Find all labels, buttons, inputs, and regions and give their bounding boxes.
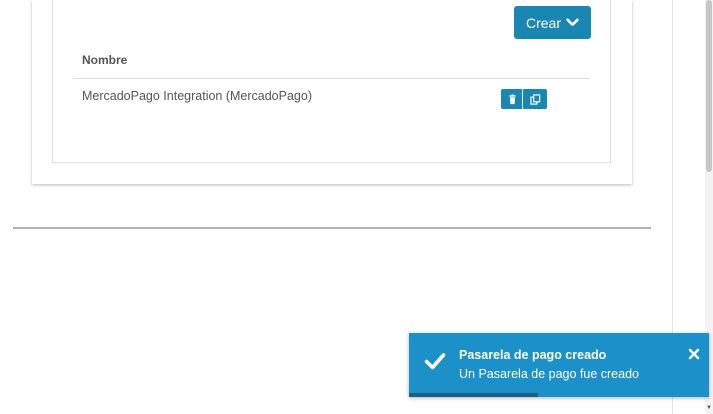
check-icon	[424, 353, 446, 370]
toast-title: Pasarela de pago creado	[459, 348, 607, 362]
delete-button[interactable]	[501, 89, 523, 109]
toast-progress-track	[409, 393, 709, 397]
gateways-card: Crear Nombre MercadoPago Integration (Me…	[32, 0, 632, 184]
scroll-down-arrow-icon[interactable]: ▼	[706, 404, 712, 412]
trash-icon	[508, 94, 516, 104]
copy-icon	[529, 93, 540, 105]
section-divider	[13, 227, 651, 229]
close-icon[interactable]	[687, 347, 701, 361]
toast-progress-bar	[409, 393, 538, 397]
success-toast: Pasarela de pago creado Un Pasarela de p…	[409, 333, 709, 397]
chevron-down-icon	[566, 18, 579, 26]
create-button-label: Crear	[525, 14, 561, 31]
copy-button[interactable]	[522, 89, 547, 109]
table-header-divider	[73, 78, 590, 79]
gateways-panel: Crear Nombre MercadoPago Integration (Me…	[52, 0, 611, 163]
column-header-name: Nombre	[82, 53, 128, 67]
create-button[interactable]: Crear	[514, 6, 591, 39]
scrollbar-thumb[interactable]	[706, 0, 712, 172]
toast-message: Un Pasarela de pago fue creado	[459, 367, 639, 381]
gateway-name[interactable]: MercadoPago Integration (MercadoPago)	[82, 89, 312, 103]
